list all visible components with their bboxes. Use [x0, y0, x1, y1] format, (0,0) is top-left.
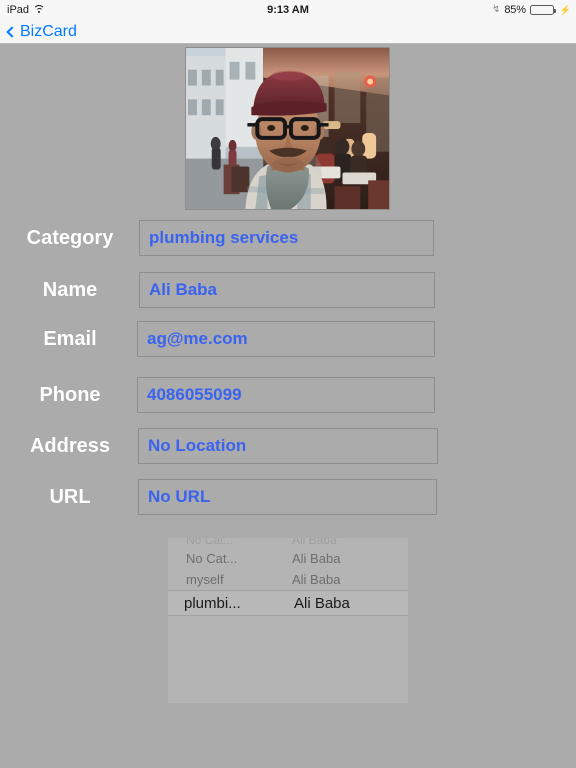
table-row[interactable]: myself Ali Baba: [168, 569, 408, 590]
battery-percent-label: 85%: [504, 4, 526, 16]
field-label-email: Email: [43, 327, 97, 350]
table-cell-category: plumbi...: [184, 594, 241, 612]
bluetooth-icon: ↯: [491, 4, 501, 15]
field-row-name: Name Ali Baba: [0, 272, 576, 308]
table-cell-name: Ali Baba: [294, 594, 350, 612]
back-button-label: BizCard: [20, 23, 77, 40]
field-row-category: Category plumbing services: [0, 220, 576, 256]
contact-photo-image: [186, 48, 389, 209]
field-row-phone: Phone 4086055099: [0, 377, 576, 413]
table-cell-category: No Cat...: [186, 551, 238, 566]
table-cell-name: Ali Baba: [292, 551, 341, 566]
status-bar-clock: 9:13 AM: [267, 4, 309, 16]
field-label-name: Name: [42, 278, 98, 301]
field-label-category: Category: [26, 226, 114, 249]
table-row[interactable]: No Cat... Ali Baba: [168, 538, 408, 548]
table-row[interactable]: plumbi... Ali Baba: [168, 590, 408, 616]
contact-photo[interactable]: [185, 47, 390, 210]
table-cell-name: Ali Baba: [292, 538, 337, 547]
field-label-address: Address: [29, 434, 111, 457]
chevron-left-icon: [6, 26, 18, 38]
field-row-email: Email ag@me.com: [0, 321, 576, 357]
field-value-name: Ali Baba: [149, 280, 218, 299]
table-cell-category: myself: [186, 572, 224, 587]
field-input-url[interactable]: No URL: [138, 479, 437, 515]
navigation-bar: BizCard: [0, 20, 576, 44]
field-row-url: URL No URL: [0, 479, 576, 515]
field-input-category[interactable]: plumbing services: [139, 220, 434, 256]
battery-icon: [529, 4, 556, 16]
lightning-bolt-icon: ⚡: [559, 4, 571, 15]
status-bar: iPad 9:13 AM ↯ 85% ⚡: [0, 0, 576, 20]
field-value-email: ag@me.com: [147, 329, 248, 348]
table-cell-name: Ali Baba: [292, 572, 341, 587]
field-input-name[interactable]: Ali Baba: [139, 272, 435, 308]
table-row[interactable]: No Cat... Ali Baba: [168, 548, 408, 569]
field-value-address: No Location: [148, 436, 247, 455]
field-value-phone: 4086055099: [147, 385, 242, 404]
field-label-url: URL: [49, 485, 91, 508]
status-bar-right: ↯ 85% ⚡: [492, 4, 571, 16]
table-cell-category: No Cat...: [186, 538, 234, 547]
field-value-url: No URL: [148, 487, 211, 506]
field-input-phone[interactable]: 4086055099: [137, 377, 435, 413]
back-button[interactable]: BizCard: [6, 20, 77, 44]
field-value-category: plumbing services: [149, 228, 299, 247]
contacts-mini-table[interactable]: No Cat... Ali Baba No Cat... Ali Baba myself…: [168, 538, 408, 703]
field-input-email[interactable]: ag@me.com: [137, 321, 435, 357]
field-row-address: Address No Location: [0, 428, 576, 464]
field-label-phone: Phone: [39, 383, 101, 406]
field-input-address[interactable]: No Location: [138, 428, 438, 464]
